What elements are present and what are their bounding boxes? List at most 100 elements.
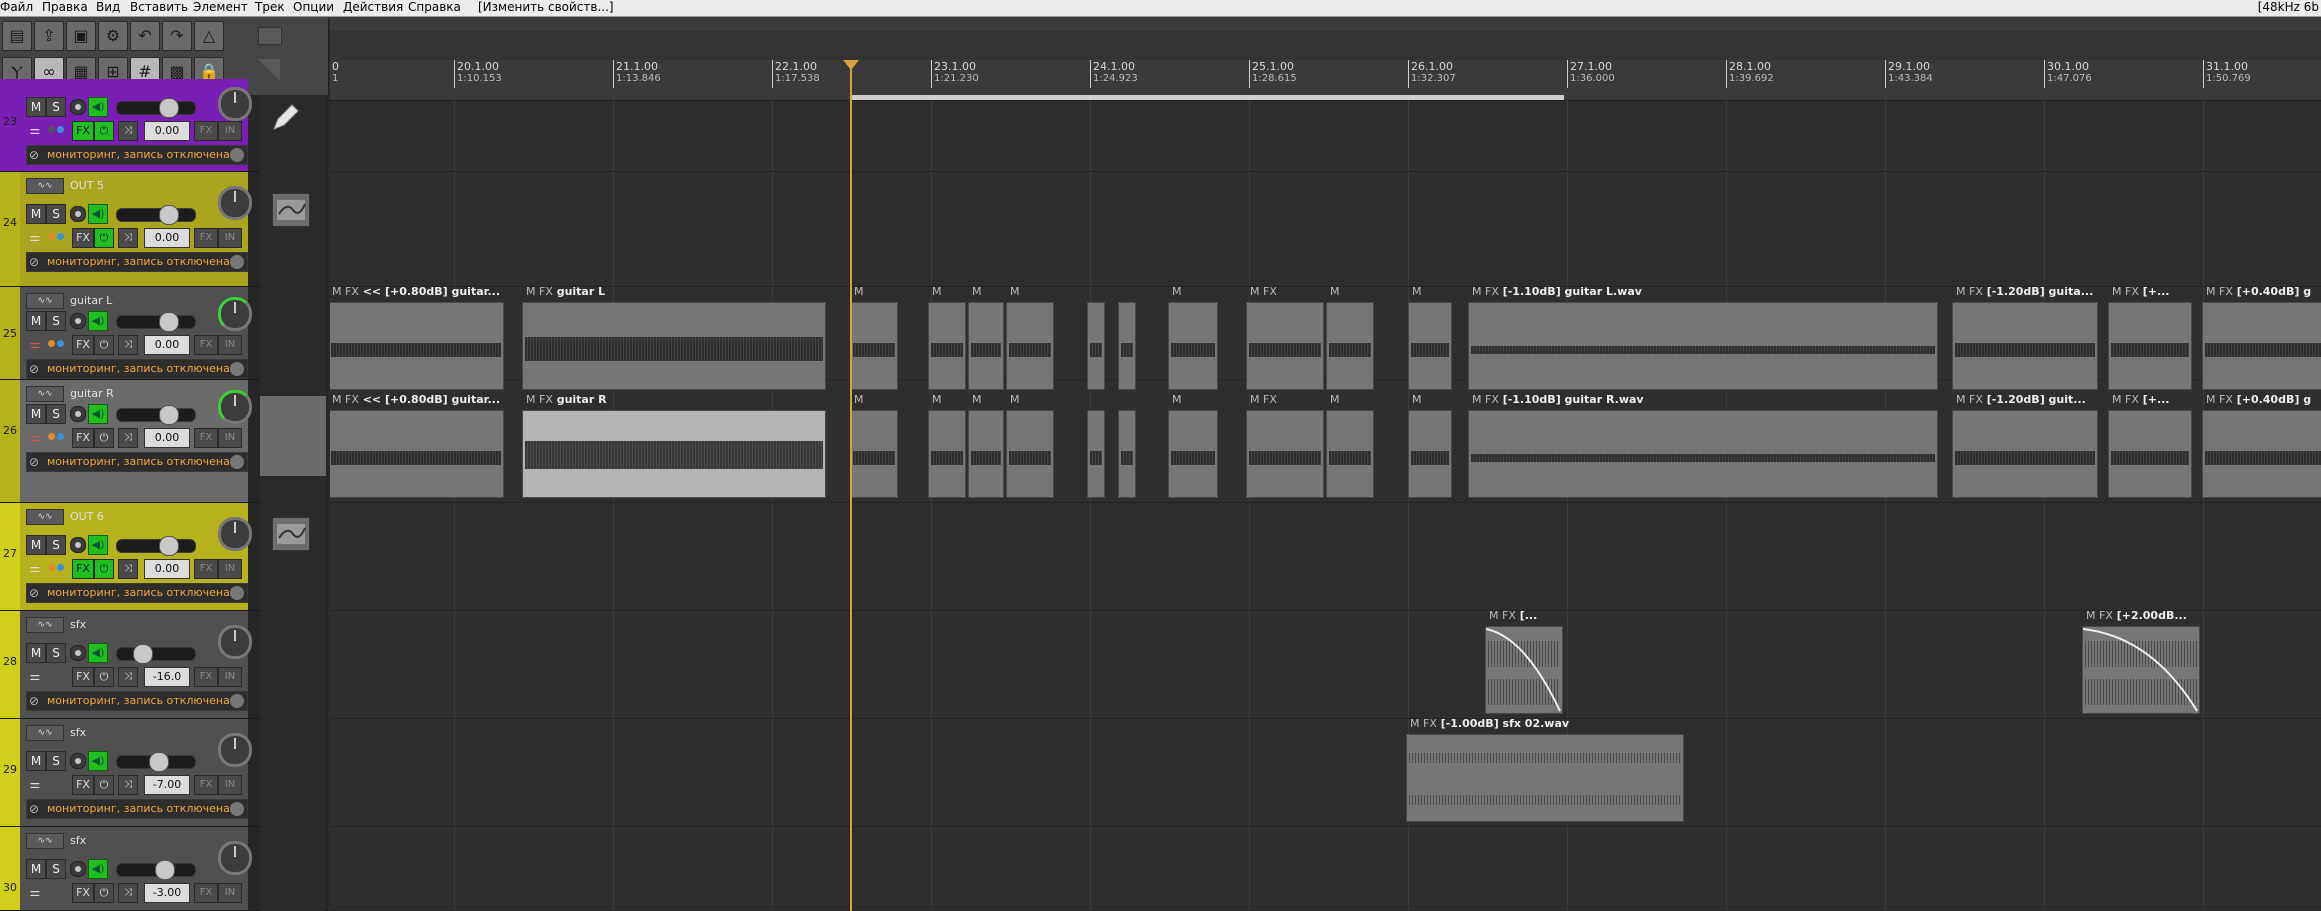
solo-button[interactable]: S xyxy=(46,751,66,771)
toolbar-extra-button[interactable] xyxy=(258,27,282,45)
open-project-button[interactable]: ⇪ xyxy=(34,21,64,51)
menu-options[interactable]: Опции xyxy=(293,0,334,14)
volume-slider-knob[interactable] xyxy=(159,312,179,332)
volume-value[interactable]: 0.00 xyxy=(144,228,190,248)
fx-button[interactable]: FX xyxy=(72,775,94,795)
volume-slider-knob[interactable] xyxy=(149,752,169,772)
gear-icon[interactable] xyxy=(230,694,244,708)
menu-view[interactable]: Вид xyxy=(96,0,120,14)
speaker-icon[interactable]: ◀) xyxy=(88,97,108,117)
io-routing-icon[interactable]: ⚌ xyxy=(26,667,44,685)
media-item[interactable] xyxy=(1408,302,1452,390)
volume-slider[interactable] xyxy=(116,536,196,556)
media-item[interactable] xyxy=(928,410,966,498)
item-label[interactable]: M xyxy=(1330,285,1340,298)
fx-bypass-button[interactable]: FX xyxy=(194,775,218,795)
item-label[interactable]: M xyxy=(1172,285,1182,298)
record-arm-button[interactable] xyxy=(70,313,86,329)
fx-button[interactable]: FX xyxy=(72,428,94,448)
media-item[interactable] xyxy=(2202,302,2321,390)
track-name[interactable]: sfx xyxy=(70,618,86,631)
volume-value[interactable]: -3.00 xyxy=(144,883,190,903)
monitor-status[interactable]: ⊘ мониторинг, запись отключена xyxy=(26,452,248,472)
volume-slider[interactable] xyxy=(116,405,196,425)
volume-slider-knob[interactable] xyxy=(133,644,153,664)
gear-icon[interactable] xyxy=(230,455,244,469)
monitor-status[interactable]: ⊘ мониторинг, запись отключена xyxy=(26,583,248,603)
power-icon[interactable]: ⏻ xyxy=(94,775,114,795)
item-label[interactable]: M FX guitar R xyxy=(526,393,607,406)
volume-slider-knob[interactable] xyxy=(159,536,179,556)
metronome-button[interactable]: △ xyxy=(194,21,224,51)
fade-out-curve[interactable] xyxy=(1486,627,1562,713)
solo-button[interactable]: S xyxy=(46,859,66,879)
speaker-icon[interactable]: ◀) xyxy=(88,204,108,224)
item-label[interactable]: M FX [-1.10dB] guitar L.wav xyxy=(1472,285,1642,298)
media-item[interactable] xyxy=(2082,626,2200,714)
lane-track-29[interactable] xyxy=(330,719,2321,827)
undo-button[interactable]: ↶ xyxy=(130,21,160,51)
solo-button[interactable]: S xyxy=(46,97,66,117)
fx-bypass-button[interactable]: FX xyxy=(194,667,218,687)
fx-bypass-button[interactable]: FX xyxy=(194,228,218,248)
item-label[interactable]: M xyxy=(932,285,942,298)
speaker-icon[interactable]: ◀) xyxy=(88,751,108,771)
volume-slider[interactable] xyxy=(116,860,196,880)
track-name[interactable]: sfx xyxy=(70,834,86,847)
playhead-cursor[interactable] xyxy=(850,60,852,911)
save-project-button[interactable]: ▣ xyxy=(66,21,96,51)
volume-slider[interactable] xyxy=(116,205,196,225)
lane-track-28[interactable] xyxy=(330,611,2321,719)
input-button[interactable]: IN xyxy=(218,883,242,903)
item-label[interactable]: M FX [-1.00dB] sfx 02.wav xyxy=(1410,717,1569,730)
speaker-icon[interactable]: ◀) xyxy=(88,643,108,663)
track-name[interactable]: sfx xyxy=(70,726,86,739)
solo-button[interactable]: S xyxy=(46,204,66,224)
input-button[interactable]: IN xyxy=(218,559,242,579)
record-arm-button[interactable] xyxy=(70,206,86,222)
item-label[interactable]: M xyxy=(1172,393,1182,406)
lane-track-27[interactable] xyxy=(330,503,2321,611)
media-item[interactable] xyxy=(1468,302,1938,390)
pan-knob[interactable] xyxy=(218,87,252,121)
io-routing-icon[interactable]: ⚌ xyxy=(26,775,44,793)
fx-button[interactable]: FX xyxy=(72,335,94,355)
volume-value[interactable]: -16.0 xyxy=(144,667,190,687)
item-label[interactable]: M xyxy=(1010,393,1020,406)
input-button[interactable]: IN xyxy=(218,228,242,248)
gear-icon[interactable] xyxy=(230,148,244,162)
record-arm-button[interactable] xyxy=(70,645,86,661)
mute-button[interactable]: M xyxy=(26,535,46,555)
monitor-status[interactable]: ⊘ мониторинг, запись отключена xyxy=(26,359,248,379)
fx-bypass-button[interactable]: FX xyxy=(194,883,218,903)
media-item[interactable] xyxy=(1118,410,1136,498)
track-name[interactable]: guitar L xyxy=(70,294,112,307)
volume-slider[interactable] xyxy=(116,752,196,772)
volume-value[interactable]: 0.00 xyxy=(144,121,190,141)
item-label[interactable]: M FX [+0.40dB] g xyxy=(2206,393,2311,406)
record-arm-button[interactable] xyxy=(70,861,86,877)
item-label[interactable]: M FX guitar L xyxy=(526,285,605,298)
lane-track-24[interactable] xyxy=(330,172,2321,287)
media-item[interactable] xyxy=(2108,410,2192,498)
power-icon[interactable]: ⏻ xyxy=(94,428,114,448)
media-item[interactable] xyxy=(850,410,898,498)
item-label[interactable]: M FX [-1.20dB] guit... xyxy=(1956,393,2086,406)
volume-value[interactable]: 0.00 xyxy=(144,428,190,448)
media-item[interactable] xyxy=(522,302,826,390)
volume-slider[interactable] xyxy=(116,98,196,118)
item-label[interactable]: M FX [-1.10dB] guitar R.wav xyxy=(1472,393,1644,406)
io-routing-icon[interactable]: ⚌ xyxy=(26,335,44,353)
pan-knob[interactable] xyxy=(218,517,252,551)
solo-button[interactable]: S xyxy=(46,643,66,663)
io-routing-icon[interactable]: ⚌ xyxy=(26,121,44,139)
volume-slider-knob[interactable] xyxy=(155,860,175,880)
media-item[interactable] xyxy=(1952,410,2098,498)
power-icon[interactable]: ⏻ xyxy=(94,559,114,579)
lane-track-23[interactable] xyxy=(330,79,2321,172)
fx-bypass-button[interactable]: FX xyxy=(194,428,218,448)
media-item[interactable] xyxy=(850,302,898,390)
pan-knob[interactable] xyxy=(218,841,252,875)
fx-button[interactable]: FX xyxy=(72,667,94,687)
input-button[interactable]: IN xyxy=(218,775,242,795)
